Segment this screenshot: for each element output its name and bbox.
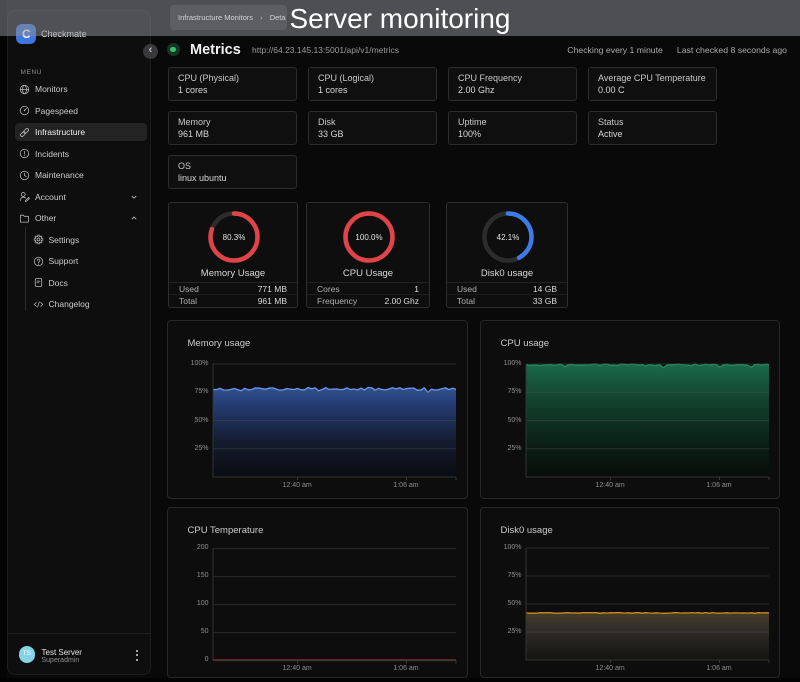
svg-text:42.1%: 42.1% bbox=[497, 233, 520, 242]
svg-text:100.0%: 100.0% bbox=[355, 233, 382, 242]
svg-text:80.3%: 80.3% bbox=[223, 233, 246, 242]
